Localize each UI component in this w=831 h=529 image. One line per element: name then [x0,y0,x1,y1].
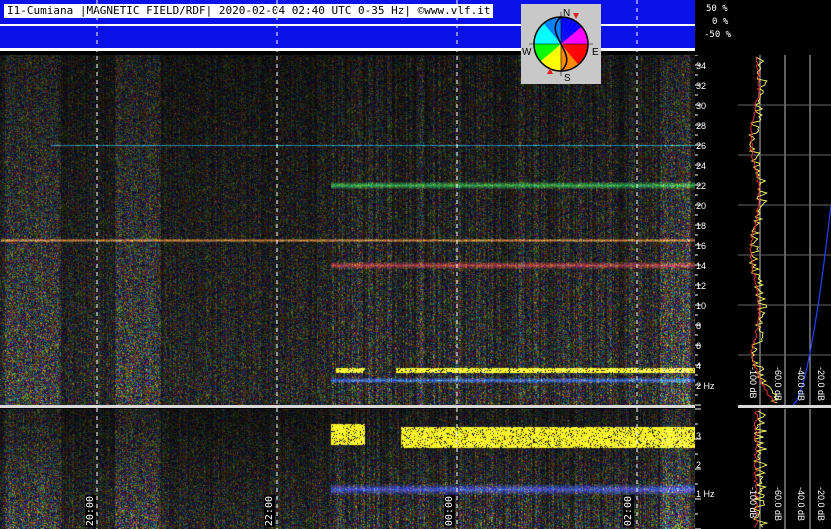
freq-tick-label: 18 [696,221,706,231]
freq-tick-label: 26 [696,141,706,151]
direction-compass: N S E W [521,4,601,84]
zoom-level-axis-label: -60.0 dB [773,487,783,521]
time-label: 20:00 [85,495,96,528]
zoom-level-axis-label: -40.0 dB [796,487,806,521]
level-axis-label: -40.0 dB [796,367,806,401]
percent-label-0: 0 % [712,17,729,27]
freq-tick-label: 24 [696,161,706,171]
level-axis-label: -20.0 dB [816,367,826,401]
freq-tick-label: 20 [696,201,706,211]
freq-tick-label: 2 Hz [696,381,715,391]
time-label: 22:00 [264,495,275,528]
percent-label-50: 50 % [706,4,728,14]
compass-s: S [564,73,571,84]
freq-tick-label: 28 [696,121,706,131]
frequency-axis: 2 Hz 4 6 8 10 12 14 16 18 20 22 24 26 28 30 32 34 1 Hz 2 3 [695,55,715,529]
compass-w: W [522,47,532,58]
level-axis-label: -60.0 dB [773,367,783,401]
compass-rose-icon: N S E W [522,8,599,84]
level-separator [738,405,831,408]
freq-tick-label: 16 [696,241,706,251]
compass-n: N [563,8,570,19]
freq-tick-label: 10 [696,301,706,311]
time-label: 00:00 [444,495,455,528]
freq-tick-label: 32 [696,81,706,91]
freq-tick-label: 4 [696,361,701,371]
zoom-level-axis-label: -100 dB [748,487,758,519]
percent-label-minus50: -50 % [704,30,732,40]
time-label: 02:00 [623,495,634,528]
zoom-level-axis-label: -20.0 dB [816,487,826,521]
zoom-freq-tick-label: 1 Hz [696,489,715,499]
zoom-freq-tick-label: 3 [696,431,701,441]
freq-tick-label: 12 [696,281,706,291]
freq-tick-label: 8 [696,321,701,331]
level-panel: -100 dB -60.0 dB -40.0 dB -20.0 dB -100 dB -6… [738,55,831,529]
freq-tick-label: 22 [696,181,706,191]
freq-tick-label: 34 [696,61,706,71]
level-axis-label: -100 dB [748,367,758,399]
zoom-freq-tick-label: 2 [696,460,701,470]
spectrogram-viewer: { "header": { "title": "I1-Cumiana |MAGN… [0,0,831,529]
level-trace-current [747,56,779,404]
freq-tick-label: 30 [696,101,706,111]
freq-tick-label: 14 [696,261,706,271]
compass-e: E [592,47,599,58]
freq-tick-label: 6 [696,341,701,351]
